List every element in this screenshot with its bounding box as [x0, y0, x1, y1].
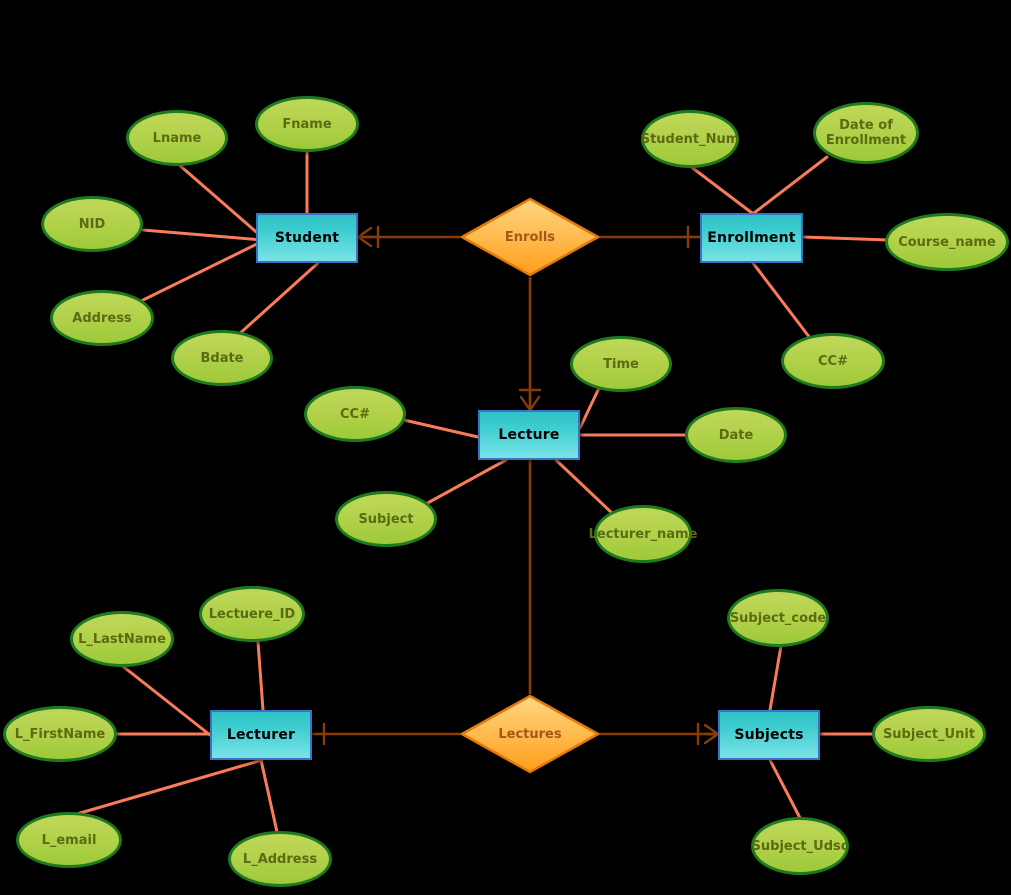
- attribute-lecturer_name[interactable]: Lecturer_name: [589, 505, 697, 563]
- entity-lecture[interactable]: Lecture: [478, 410, 580, 460]
- attribute-date_of_enrollment[interactable]: Date of Enrollment: [813, 102, 919, 164]
- attribute-subject[interactable]: Subject: [335, 491, 437, 547]
- attribute-student_num[interactable]: Student_Num: [641, 110, 739, 168]
- attribute-label: Date: [718, 427, 754, 443]
- attribute-edge-subject_code: [768, 644, 783, 712]
- attribute-edge-lecturer_name: [554, 458, 615, 516]
- attribute-edge-lectuere_id: [256, 640, 265, 712]
- attribute-edge-lname: [175, 161, 264, 239]
- attribute-label: Student_Num: [640, 131, 740, 147]
- relationship-diamond-fill: [460, 197, 600, 277]
- entity-subjects[interactable]: Subjects: [718, 710, 820, 760]
- attribute-label: L_FirstName: [14, 726, 106, 742]
- attribute-l_email[interactable]: L_email: [16, 812, 122, 868]
- attribute-subject_udsc[interactable]: Subject_Udsc: [751, 817, 849, 875]
- attribute-edge-student_num: [688, 164, 754, 215]
- attribute-label: Course_name: [898, 234, 996, 250]
- attribute-date[interactable]: Date: [685, 407, 787, 463]
- attribute-label: Lecturer_name: [588, 526, 698, 542]
- entity-label: Student: [274, 230, 340, 246]
- attribute-l_address[interactable]: L_Address: [228, 831, 332, 887]
- attribute-label: L_email: [41, 832, 97, 848]
- attribute-fname[interactable]: Fname: [255, 96, 359, 152]
- attribute-edge-bdate: [235, 261, 320, 338]
- attribute-lectuere_id[interactable]: Lectuere_ID: [199, 586, 305, 642]
- attribute-label: Subject_code: [729, 610, 827, 626]
- attribute-edge-cc_hash_enroll: [751, 261, 812, 340]
- attribute-label: Date of Enrollment: [825, 118, 907, 148]
- attribute-cc_hash_enroll[interactable]: CC#: [781, 333, 885, 389]
- attribute-edge-subject: [422, 458, 508, 507]
- attribute-label: Fname: [282, 116, 332, 132]
- attribute-edge-l_address: [259, 758, 279, 834]
- er-diagram-canvas: Lname Fname NID Address Bdate Student_Num Date…: [0, 0, 1011, 895]
- relationship-diamond-shape: [460, 694, 600, 774]
- entity-lecturer[interactable]: Lecturer: [210, 710, 312, 760]
- attribute-label: L_LastName: [78, 631, 166, 647]
- cardinality-marker-many-one: [356, 225, 380, 249]
- attribute-l_firstname[interactable]: L_FirstName: [3, 706, 117, 762]
- relationship-diamond-shape: [460, 197, 600, 277]
- attribute-subject_code[interactable]: Subject_code: [727, 589, 829, 647]
- attribute-label: CC#: [340, 406, 370, 422]
- entity-label: Lecture: [498, 427, 560, 443]
- entity-label: Enrollment: [707, 230, 796, 246]
- attribute-subject_unit[interactable]: Subject_Unit: [872, 706, 986, 762]
- relationship-diamond-fill: [460, 694, 600, 774]
- attribute-edge-time: [578, 384, 602, 430]
- cardinality-marker-many-one-left: [696, 722, 720, 746]
- attribute-label: Time: [603, 356, 639, 372]
- attribute-label: Subject: [358, 511, 414, 527]
- relationship-enrolls[interactable]: Enrolls: [460, 197, 600, 277]
- attribute-label: Lectuere_ID: [208, 606, 296, 622]
- attribute-edge-l_lastname: [118, 662, 212, 737]
- attribute-lname[interactable]: Lname: [126, 110, 228, 166]
- attribute-edge-subject_udsc: [768, 758, 802, 820]
- attribute-edge-address: [135, 240, 263, 305]
- attribute-address[interactable]: Address: [50, 290, 154, 346]
- relationship-lectures[interactable]: Lectures: [460, 694, 600, 774]
- attribute-cc_hash_lecture[interactable]: CC#: [304, 386, 406, 442]
- attribute-label: NID: [78, 216, 106, 232]
- attribute-edge-l_email: [68, 758, 264, 818]
- attribute-edge-nid: [141, 228, 264, 242]
- attribute-label: Subject_Udsc: [751, 838, 849, 854]
- entity-label: Lecturer: [226, 727, 296, 743]
- attribute-bdate[interactable]: Bdate: [171, 330, 273, 386]
- attribute-label: Subject_Unit: [882, 726, 976, 742]
- attribute-edge-date_of_enrollment: [752, 155, 829, 215]
- entity-student[interactable]: Student: [256, 213, 358, 263]
- attribute-nid[interactable]: NID: [41, 196, 143, 252]
- attribute-label: Bdate: [200, 350, 244, 366]
- attribute-label: Address: [72, 310, 132, 326]
- attribute-l_lastname[interactable]: L_LastName: [70, 611, 174, 667]
- attribute-edge-cc_hash_lecture: [402, 418, 480, 439]
- attribute-time[interactable]: Time: [570, 336, 672, 392]
- attribute-label: Lname: [152, 130, 202, 146]
- entity-label: Subjects: [734, 727, 804, 743]
- attribute-label: CC#: [818, 353, 848, 369]
- cardinality-marker-many-one-up: [518, 388, 542, 412]
- attribute-label: L_Address: [242, 851, 318, 867]
- entity-enrollment[interactable]: Enrollment: [700, 213, 803, 263]
- attribute-edge-course_name: [801, 235, 890, 242]
- attribute-course_name[interactable]: Course_name: [885, 213, 1009, 271]
